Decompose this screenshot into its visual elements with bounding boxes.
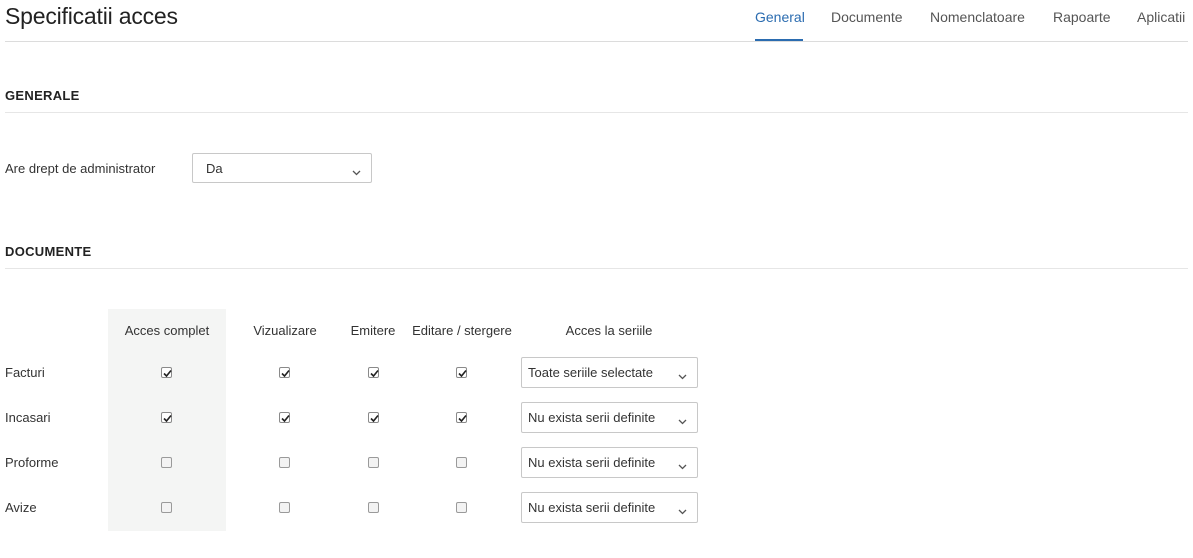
checkbox-acces-complet[interactable]: [161, 457, 172, 468]
column-header-acces-serii: Acces la seriile: [565, 323, 653, 338]
series-select[interactable]: Nu exista serii definite: [521, 402, 698, 433]
tab-aplicatii[interactable]: Aplicatii: [1137, 9, 1185, 25]
section-divider-generale: [5, 112, 1188, 113]
column-header-vizualizare: Vizualizare: [253, 323, 317, 338]
checkbox-emitere[interactable]: [368, 457, 379, 468]
checkbox-editare[interactable]: [456, 367, 467, 378]
section-divider-documente: [5, 268, 1188, 269]
chevron-down-icon: [678, 368, 687, 383]
chevron-down-icon: [678, 413, 687, 428]
section-heading-documente: DOCUMENTE: [5, 244, 92, 259]
header-divider: [5, 41, 1188, 42]
chevron-down-icon: [352, 164, 361, 179]
tab-rapoarte[interactable]: Rapoarte: [1053, 9, 1111, 25]
admin-right-value: Da: [206, 160, 223, 176]
checkbox-vizualizare[interactable]: [279, 367, 290, 378]
series-select-value: Nu exista serii definite: [528, 410, 656, 425]
row-label-avize: Avize: [5, 500, 37, 515]
row-label-proforme: Proforme: [5, 455, 59, 470]
tab-documente[interactable]: Documente: [831, 9, 903, 25]
checkbox-emitere[interactable]: [368, 412, 379, 423]
admin-right-select[interactable]: Da: [192, 153, 372, 183]
chevron-down-icon: [678, 503, 687, 518]
checkbox-editare[interactable]: [456, 457, 467, 468]
tab-general[interactable]: General: [755, 9, 805, 25]
checkbox-acces-complet[interactable]: [161, 412, 172, 423]
tab-bar: General Documente Nomenclatoare Rapoarte…: [0, 0, 1193, 42]
admin-right-label: Are drept de administrator: [5, 161, 156, 176]
series-select[interactable]: Nu exista serii definite: [521, 492, 698, 523]
series-select[interactable]: Toate seriile selectate: [521, 357, 698, 388]
column-header-emitere: Emitere: [350, 323, 396, 338]
column-header-acces-complet: Acces complet: [124, 323, 210, 338]
checkbox-editare[interactable]: [456, 412, 467, 423]
checkbox-emitere[interactable]: [368, 502, 379, 513]
checkbox-acces-complet[interactable]: [161, 502, 172, 513]
row-label-facturi: Facturi: [5, 365, 45, 380]
series-select-value: Toate seriile selectate: [528, 365, 654, 380]
column-header-editare-stergere: Editare / stergere: [412, 323, 512, 338]
series-select-value: Nu exista serii definite: [528, 500, 656, 515]
series-select-value: Nu exista serii definite: [528, 455, 656, 470]
series-select[interactable]: Nu exista serii definite: [521, 447, 698, 478]
checkbox-vizualizare[interactable]: [279, 457, 290, 468]
checkbox-emitere[interactable]: [368, 367, 379, 378]
checkbox-acces-complet[interactable]: [161, 367, 172, 378]
checkbox-editare[interactable]: [456, 502, 467, 513]
checkbox-vizualizare[interactable]: [279, 502, 290, 513]
section-heading-generale: GENERALE: [5, 88, 80, 103]
tab-nomenclatoare[interactable]: Nomenclatoare: [930, 9, 1025, 25]
row-label-incasari: Incasari: [5, 410, 51, 425]
chevron-down-icon: [678, 458, 687, 473]
checkbox-vizualizare[interactable]: [279, 412, 290, 423]
